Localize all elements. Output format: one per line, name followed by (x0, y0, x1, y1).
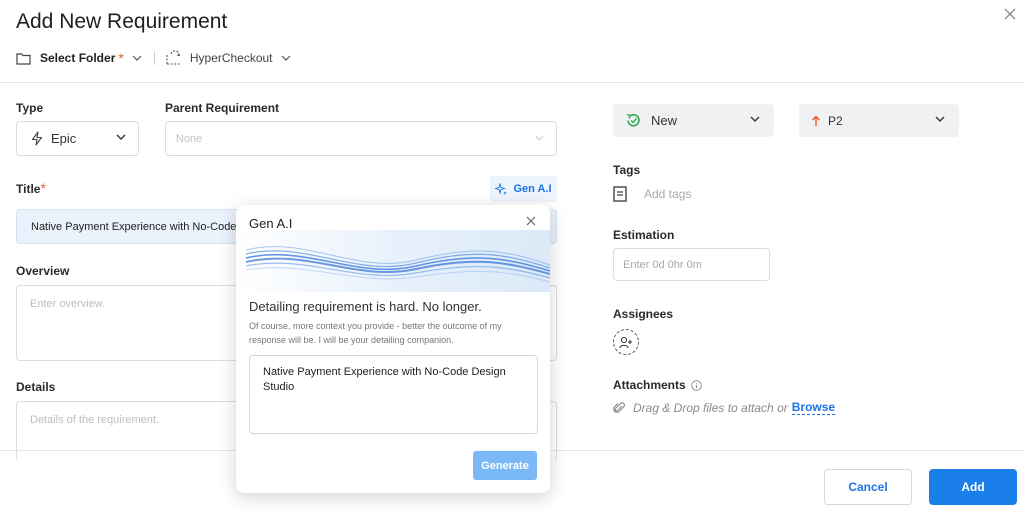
add-button[interactable]: Add (929, 469, 1017, 505)
popup-heading: Detailing requirement is hard. No longer… (249, 299, 482, 314)
popup-title: Gen A.I (249, 216, 293, 231)
tags-label: Tags (613, 163, 641, 177)
project-name[interactable]: HyperCheckout (190, 51, 273, 65)
gen-ai-button[interactable]: Gen A.I (490, 176, 557, 202)
title-label: Title* (16, 180, 46, 196)
header-divider (0, 82, 1024, 83)
status-select[interactable]: New (613, 104, 774, 137)
add-assignee-button[interactable] (613, 329, 639, 355)
folder-row: Select Folder * HyperCheckout (16, 48, 291, 68)
folder-icon (16, 52, 31, 65)
gen-ai-popup: Gen A.I Detailing requirement is hard. N… (236, 205, 550, 493)
popup-prompt-input[interactable]: Native Payment Experience with No-Code D… (249, 355, 538, 434)
tags-input[interactable]: Add tags (613, 186, 691, 202)
required-mark: * (118, 50, 124, 66)
parent-placeholder: None (176, 132, 203, 145)
overview-label: Overview (16, 264, 70, 278)
priority-select[interactable]: P2 (799, 104, 959, 137)
status-value: New (651, 113, 678, 128)
chevron-down-icon[interactable] (132, 55, 142, 61)
estimation-input[interactable]: Enter 0d 0hr 0m (613, 248, 770, 281)
attachment-dropzone[interactable]: Drag & Drop files to attach or Browse (613, 400, 836, 415)
add-user-icon (619, 336, 632, 348)
cancel-button[interactable]: Cancel (824, 469, 912, 505)
tag-doc-icon (613, 186, 627, 202)
attach-text: Drag & Drop files to attach or (633, 400, 788, 415)
select-folder-label[interactable]: Select Folder (40, 51, 115, 65)
sparkle-icon (495, 182, 508, 195)
estimation-label: Estimation (613, 228, 675, 242)
required-mark: * (40, 180, 46, 196)
arrow-up-icon (812, 115, 820, 126)
page-title: Add New Requirement (16, 10, 228, 33)
project-icon (166, 50, 181, 65)
generate-button[interactable]: Generate (473, 451, 537, 480)
chevron-down-icon (750, 116, 760, 122)
type-select[interactable]: Epic (16, 121, 139, 156)
priority-value: P2 (828, 113, 843, 128)
details-label: Details (16, 380, 56, 394)
tags-placeholder: Add tags (644, 187, 692, 201)
parent-requirement-select[interactable]: None (165, 121, 557, 156)
bolt-icon (31, 131, 43, 146)
gen-ai-label: Gen A.I (513, 183, 552, 195)
divider (153, 51, 155, 65)
paperclip-icon (613, 401, 625, 413)
assignees-label: Assignees (613, 307, 674, 321)
chevron-down-icon[interactable] (281, 55, 291, 61)
chevron-down-icon (116, 134, 126, 140)
type-label: Type (16, 101, 44, 115)
type-value: Epic (51, 131, 77, 146)
close-icon[interactable] (526, 216, 536, 226)
parent-requirement-label: Parent Requirement (165, 101, 280, 115)
browse-link[interactable]: Browse (791, 400, 836, 415)
popup-subtext: Of course, more context you provide - be… (249, 321, 502, 345)
chevron-down-icon (535, 135, 544, 141)
close-icon[interactable] (1002, 6, 1018, 22)
chevron-down-icon (935, 116, 945, 122)
wave-illustration (236, 230, 550, 292)
info-icon (690, 379, 702, 391)
status-cycle-icon (626, 113, 640, 127)
attachments-label: Attachments (613, 378, 702, 392)
